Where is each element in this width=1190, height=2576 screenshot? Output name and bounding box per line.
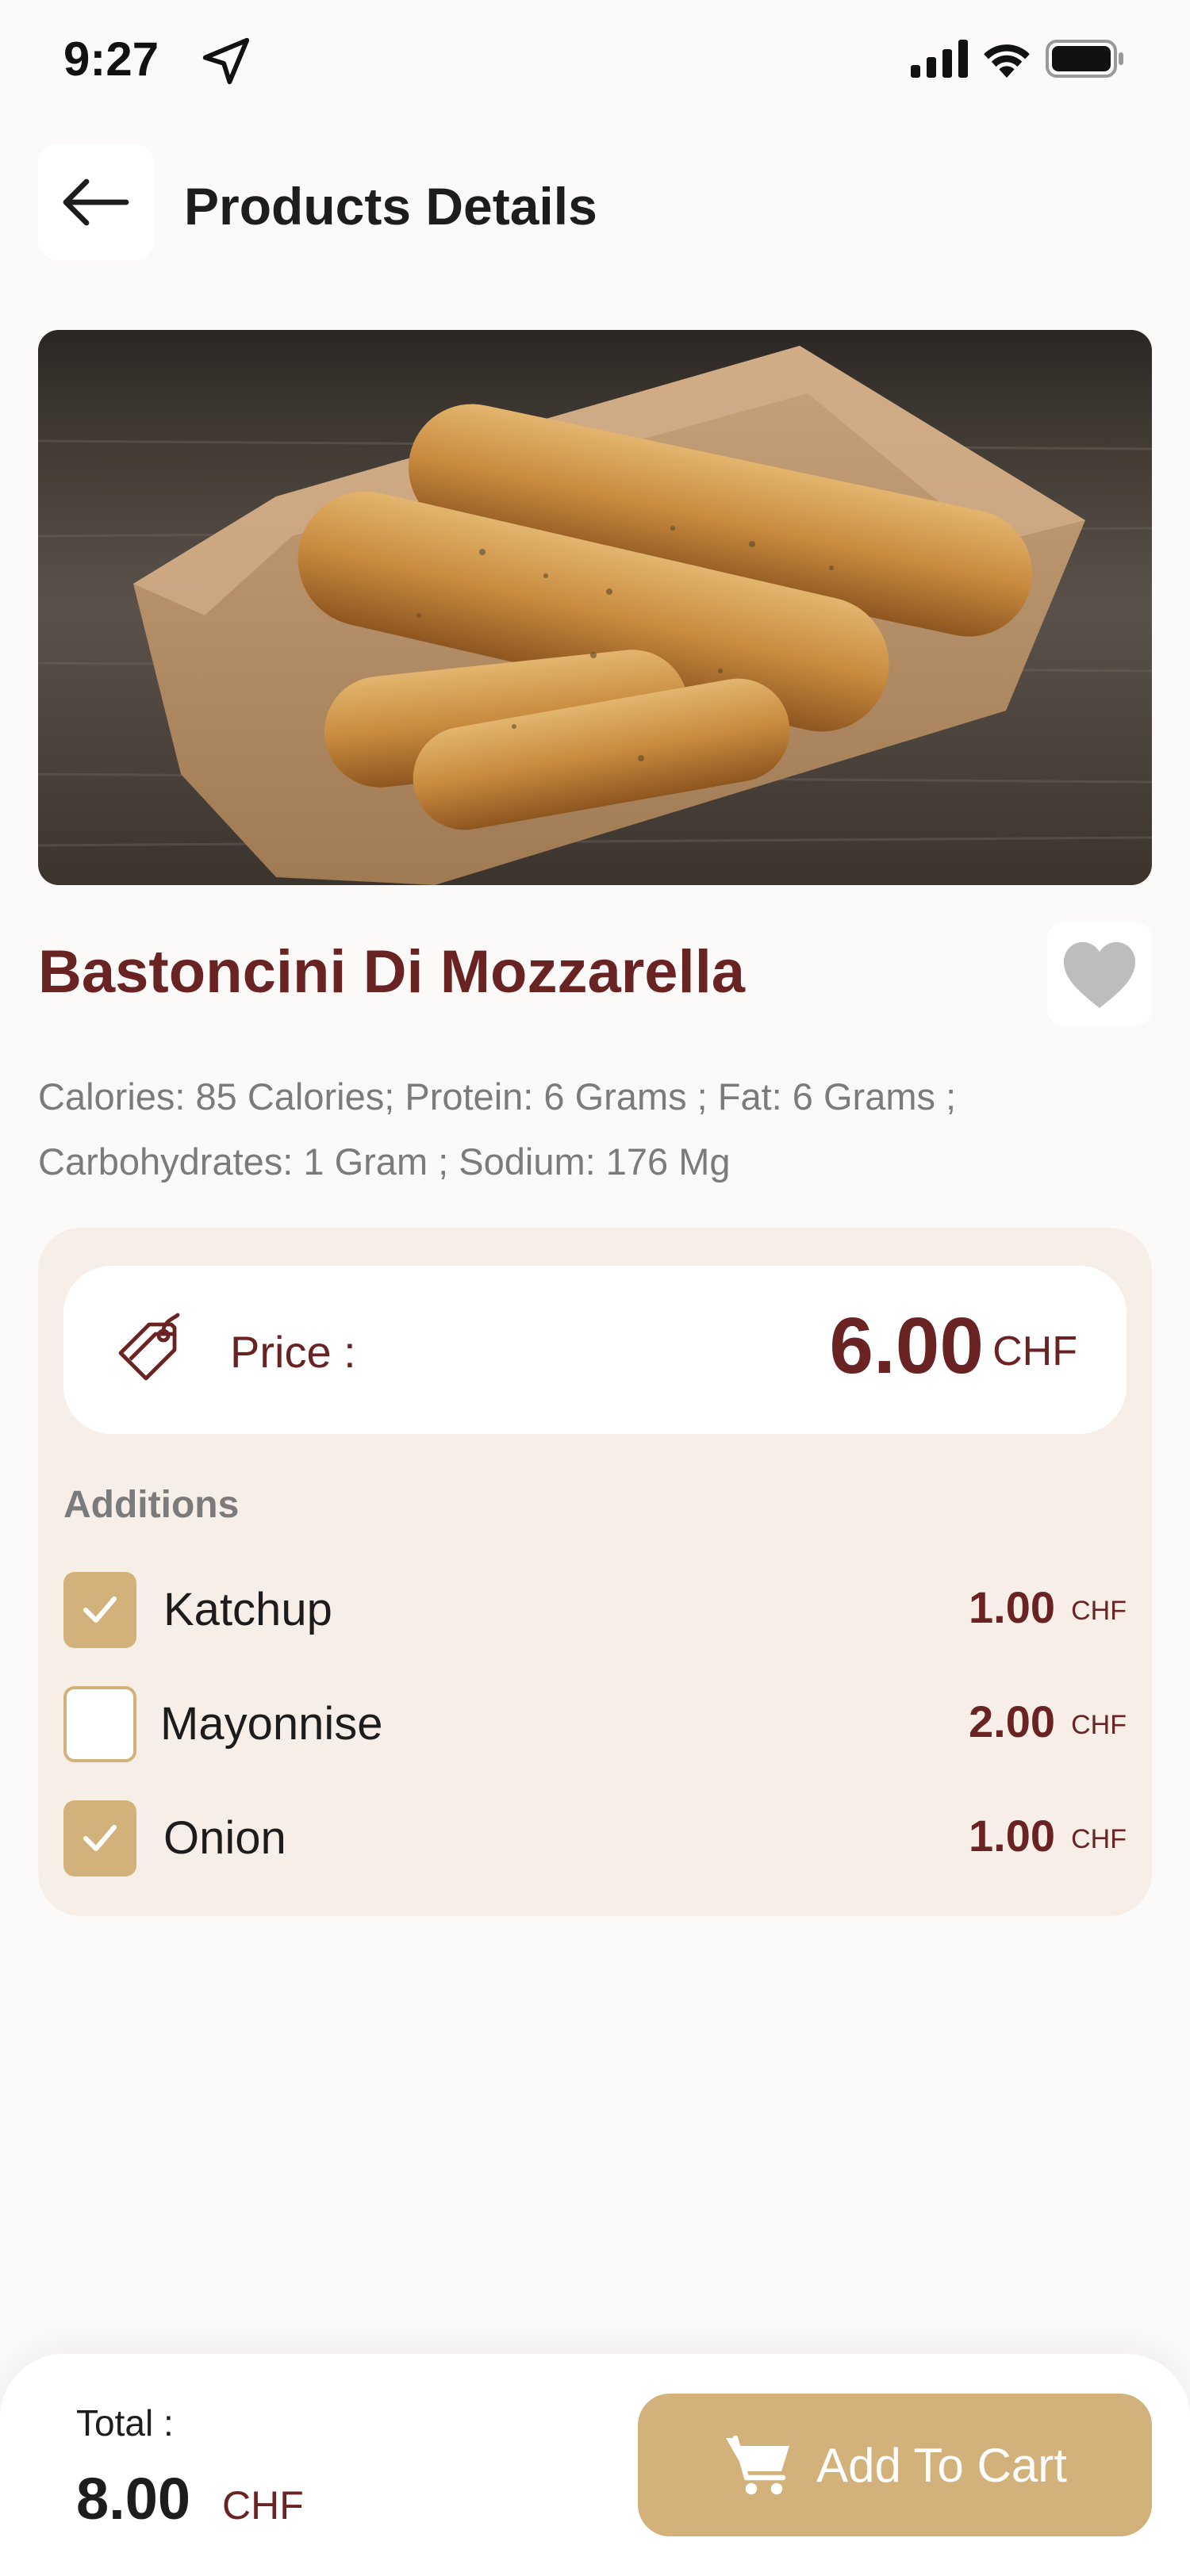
- product-name: Bastoncini Di Mozzarella: [38, 938, 746, 1006]
- addition-price: 1.00: [969, 1811, 1055, 1861]
- status-bar: 9:27: [0, 0, 1190, 119]
- addition-checkbox[interactable]: [63, 1686, 136, 1762]
- additions-title: Additions: [63, 1484, 240, 1526]
- page-title: Products Details: [184, 177, 597, 236]
- checkmark-icon: [83, 1825, 117, 1851]
- addition-item-katchup[interactable]: Katchup 1.00 CHF: [63, 1572, 1127, 1648]
- favorite-button[interactable]: [1047, 922, 1152, 1026]
- price-currency: CHF: [992, 1328, 1077, 1374]
- price-value: 6.00: [829, 1301, 984, 1390]
- price-label: Price :: [230, 1327, 356, 1377]
- price-box: Price : 6.00 CHF: [63, 1266, 1127, 1434]
- addition-currency: CHF: [1071, 1710, 1127, 1740]
- checkmark-icon: [83, 1597, 117, 1623]
- addition-checkbox[interactable]: [63, 1572, 136, 1648]
- addition-checkbox[interactable]: [63, 1800, 136, 1876]
- heart-icon: [1064, 941, 1135, 1008]
- price-tag-icon: [118, 1313, 180, 1381]
- add-to-cart-button[interactable]: Add To Cart: [638, 2394, 1152, 2536]
- cart-icon: [726, 2435, 790, 2495]
- bottom-checkout-bar: Total : 8.00 CHF Add To Cart: [0, 2354, 1190, 2576]
- signal-icon: [911, 40, 968, 78]
- status-time: 9:27: [63, 33, 159, 86]
- addition-currency: CHF: [1071, 1596, 1127, 1626]
- addition-item-onion[interactable]: Onion 1.00 CHF: [63, 1800, 1127, 1876]
- product-nutrition-description: Calories: 85 Calories; Protein: 6 Grams …: [38, 1075, 957, 1183]
- addition-name: Onion: [163, 1812, 286, 1864]
- total-label: Total :: [76, 2402, 174, 2444]
- arrow-left-icon: [63, 178, 129, 226]
- addition-currency: CHF: [1071, 1824, 1127, 1854]
- product-image: [38, 330, 1152, 885]
- addition-price: 1.00: [969, 1582, 1055, 1632]
- battery-icon: [1046, 40, 1123, 78]
- addition-name: Mayonnise: [160, 1698, 383, 1750]
- addition-item-mayonnise[interactable]: Mayonnise 2.00 CHF: [63, 1686, 1127, 1762]
- back-button[interactable]: [38, 144, 154, 260]
- addition-name: Katchup: [163, 1584, 332, 1635]
- details-card: Price : 6.00 CHF Additions Katchup 1.00 …: [38, 1228, 1152, 1916]
- wifi-icon: [984, 44, 1030, 78]
- add-to-cart-label: Add To Cart: [816, 2438, 1067, 2492]
- total-value: 8.00: [76, 2466, 191, 2532]
- location-arrow-icon: [202, 37, 250, 85]
- addition-price: 2.00: [969, 1696, 1055, 1746]
- total-currency: CHF: [222, 2483, 304, 2528]
